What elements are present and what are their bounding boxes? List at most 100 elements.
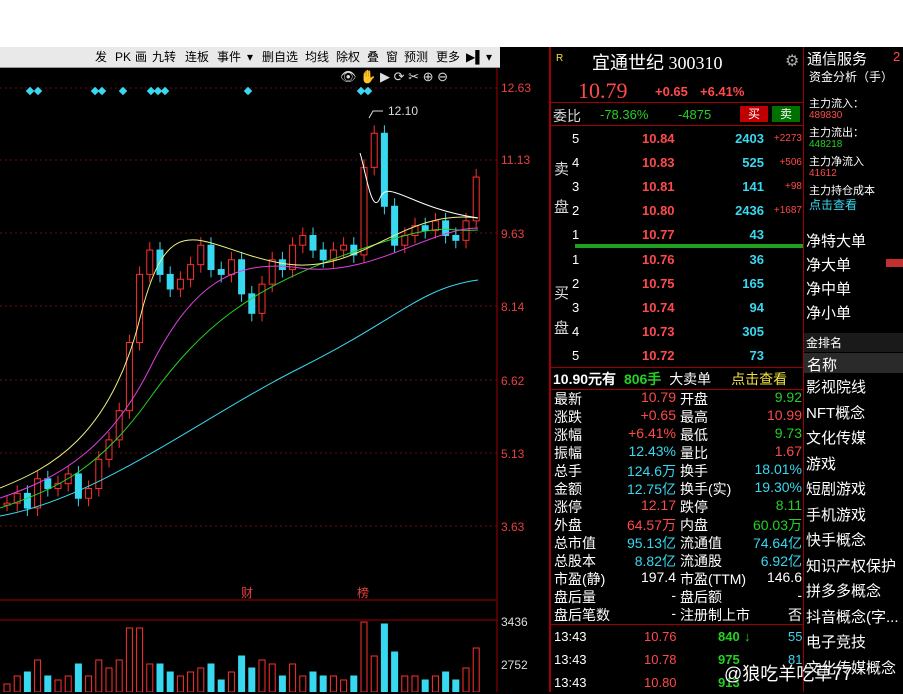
volume-bar (54, 679, 62, 692)
stat-label: 最新 (554, 391, 582, 407)
volume-bar (411, 675, 419, 692)
stat-label: 跌停 (680, 499, 708, 515)
volume-bar (452, 679, 460, 692)
toolbar-predict[interactable]: 预测 (404, 49, 428, 65)
ask-row[interactable]: 4 10.83 525 +506 (552, 151, 802, 175)
name-column-header[interactable]: 名称 (807, 354, 837, 375)
bid-row[interactable]: 5 10.72 73 (552, 344, 802, 368)
toolbar-fa[interactable]: 发 (95, 49, 107, 65)
candle (238, 259, 246, 295)
ask-delta: +98 (785, 181, 802, 192)
stat-value: 10.79 (640, 389, 676, 405)
price-tick: 3.63 (501, 520, 525, 534)
bid-row[interactable]: 3 10.74 94 (552, 296, 802, 320)
toolbar-more[interactable]: 更多 (436, 49, 460, 65)
play-icon[interactable]: ▶ (380, 69, 390, 84)
ask-level: 1 (572, 227, 580, 242)
toolbar-window[interactable]: 窗 (386, 49, 398, 65)
toolbar-expand-icon[interactable]: ▶▌ (466, 49, 484, 65)
sell-button[interactable]: 卖 (772, 106, 800, 122)
toolbar-overlay[interactable]: 叠 (367, 49, 379, 65)
big-order-link[interactable]: 点击查看 (731, 371, 787, 387)
bid-price: 10.74 (642, 300, 675, 315)
ask-volume: 2403 (735, 131, 764, 146)
settings-gear-icon[interactable]: ⚙ (785, 51, 799, 71)
toolbar-jiuzhuan[interactable]: 九转 (152, 49, 176, 65)
volume-bar (34, 659, 42, 692)
price-change: +0.65 (655, 84, 688, 99)
ask-row[interactable]: 3 10.81 141 +98 (552, 175, 802, 199)
zoom-out-icon[interactable]: ⊖ (437, 69, 448, 84)
net-medium: 净中单 (806, 281, 852, 298)
toolbar-ma[interactable]: 均线 (305, 49, 329, 65)
stat-label: 市盈(TTM) (680, 571, 747, 587)
candle (197, 244, 205, 266)
toolbar-lianban[interactable]: 连板 (185, 49, 209, 65)
scissors-icon[interactable]: ✂ (408, 69, 419, 84)
toolbar-pk[interactable]: PK (115, 49, 131, 65)
stat-value: 10.99 (766, 407, 802, 423)
toolbar-events[interactable]: 事件 (217, 49, 241, 65)
concept-item[interactable]: NFT概念 (806, 402, 865, 423)
volume-bar (156, 663, 164, 692)
stat-label: 总股本 (554, 553, 596, 569)
concept-item[interactable]: 快手概念 (806, 529, 866, 550)
bid-row[interactable]: 2 10.75 165 (552, 272, 802, 296)
bid-level: 2 (572, 276, 580, 291)
eye-icon[interactable]: 👁 (340, 69, 357, 84)
volume-bar (258, 659, 266, 692)
concept-item[interactable]: 文化传媒 (806, 427, 866, 448)
toolbar-remove-watchlist[interactable]: 删自选 (262, 49, 298, 65)
price-tick: 9.63 (501, 227, 525, 241)
volume-bar (146, 663, 154, 692)
bid-row[interactable]: 4 10.73 305 (552, 320, 802, 344)
price-change-pct: +6.41% (700, 84, 745, 99)
stat-value: 64.57万 (626, 517, 676, 533)
tick-price: 10.80 (644, 675, 677, 690)
toolbar-dropdown-icon[interactable]: ▾ (486, 49, 492, 65)
concept-item[interactable]: 游戏 (806, 453, 836, 474)
weibi-value: -78.36% (600, 107, 649, 122)
ask-volume: 43 (749, 227, 764, 242)
event-marker-list[interactable]: 榜 (357, 584, 369, 601)
candle (258, 283, 266, 314)
event-marker-finance[interactable]: 财 (241, 584, 253, 601)
bid-level: 1 (572, 252, 580, 267)
concept-item[interactable]: 知识产权保护 (806, 555, 896, 576)
holding-cost-link[interactable]: 点击查看 (809, 196, 857, 213)
bid-row[interactable]: 1 10.76 36 (552, 248, 802, 272)
sector-name[interactable]: 通信服务 (807, 48, 867, 69)
hand-icon[interactable]: ✋ (360, 69, 376, 84)
concept-item[interactable]: 短剧游戏 (806, 478, 866, 499)
stat-label: 涨停 (554, 499, 582, 515)
forward-icon[interactable]: ⟳ (394, 69, 405, 84)
net-large: 净大单 (806, 257, 852, 274)
candle (176, 278, 184, 290)
kline-chart[interactable] (0, 68, 549, 692)
zoom-in-icon[interactable]: ⊕ (423, 69, 434, 84)
fund-analysis-title: 资金分析（手） (809, 70, 894, 84)
candle (472, 176, 480, 222)
stat-value: 197.4 (640, 569, 676, 585)
ask-row[interactable]: 5 10.84 2403 +2273 (552, 127, 802, 151)
concept-item[interactable]: 抖音概念(字... (806, 606, 899, 627)
stock-name: 宜通世纪 (592, 53, 664, 73)
price-tick: 8.14 (501, 300, 525, 314)
ask-row[interactable]: 2 10.80 2436 +1687 (552, 199, 802, 223)
volume-bar (268, 663, 276, 692)
candle (401, 234, 409, 246)
volume-bar (64, 675, 72, 692)
buy-button[interactable]: 买 (740, 106, 768, 122)
ask-delta: +2273 (773, 133, 802, 144)
toolbar-draw[interactable]: 画 (135, 49, 147, 65)
toolbar-events-dropdown[interactable]: ▾ (247, 49, 253, 65)
concept-item[interactable]: 影视院线 (806, 376, 866, 397)
toolbar-exright[interactable]: 除权 (336, 49, 360, 65)
concept-item[interactable]: 拼多多概念 (806, 580, 881, 601)
tick-time: 13:43 (554, 629, 587, 644)
ask-level: 3 (572, 179, 580, 194)
concept-item[interactable]: 电子竞技 (806, 631, 866, 652)
concept-item[interactable]: 手机游戏 (806, 504, 866, 525)
stat-value: 6.92亿 (760, 553, 802, 569)
big-order-label: 大卖单 (669, 371, 712, 387)
